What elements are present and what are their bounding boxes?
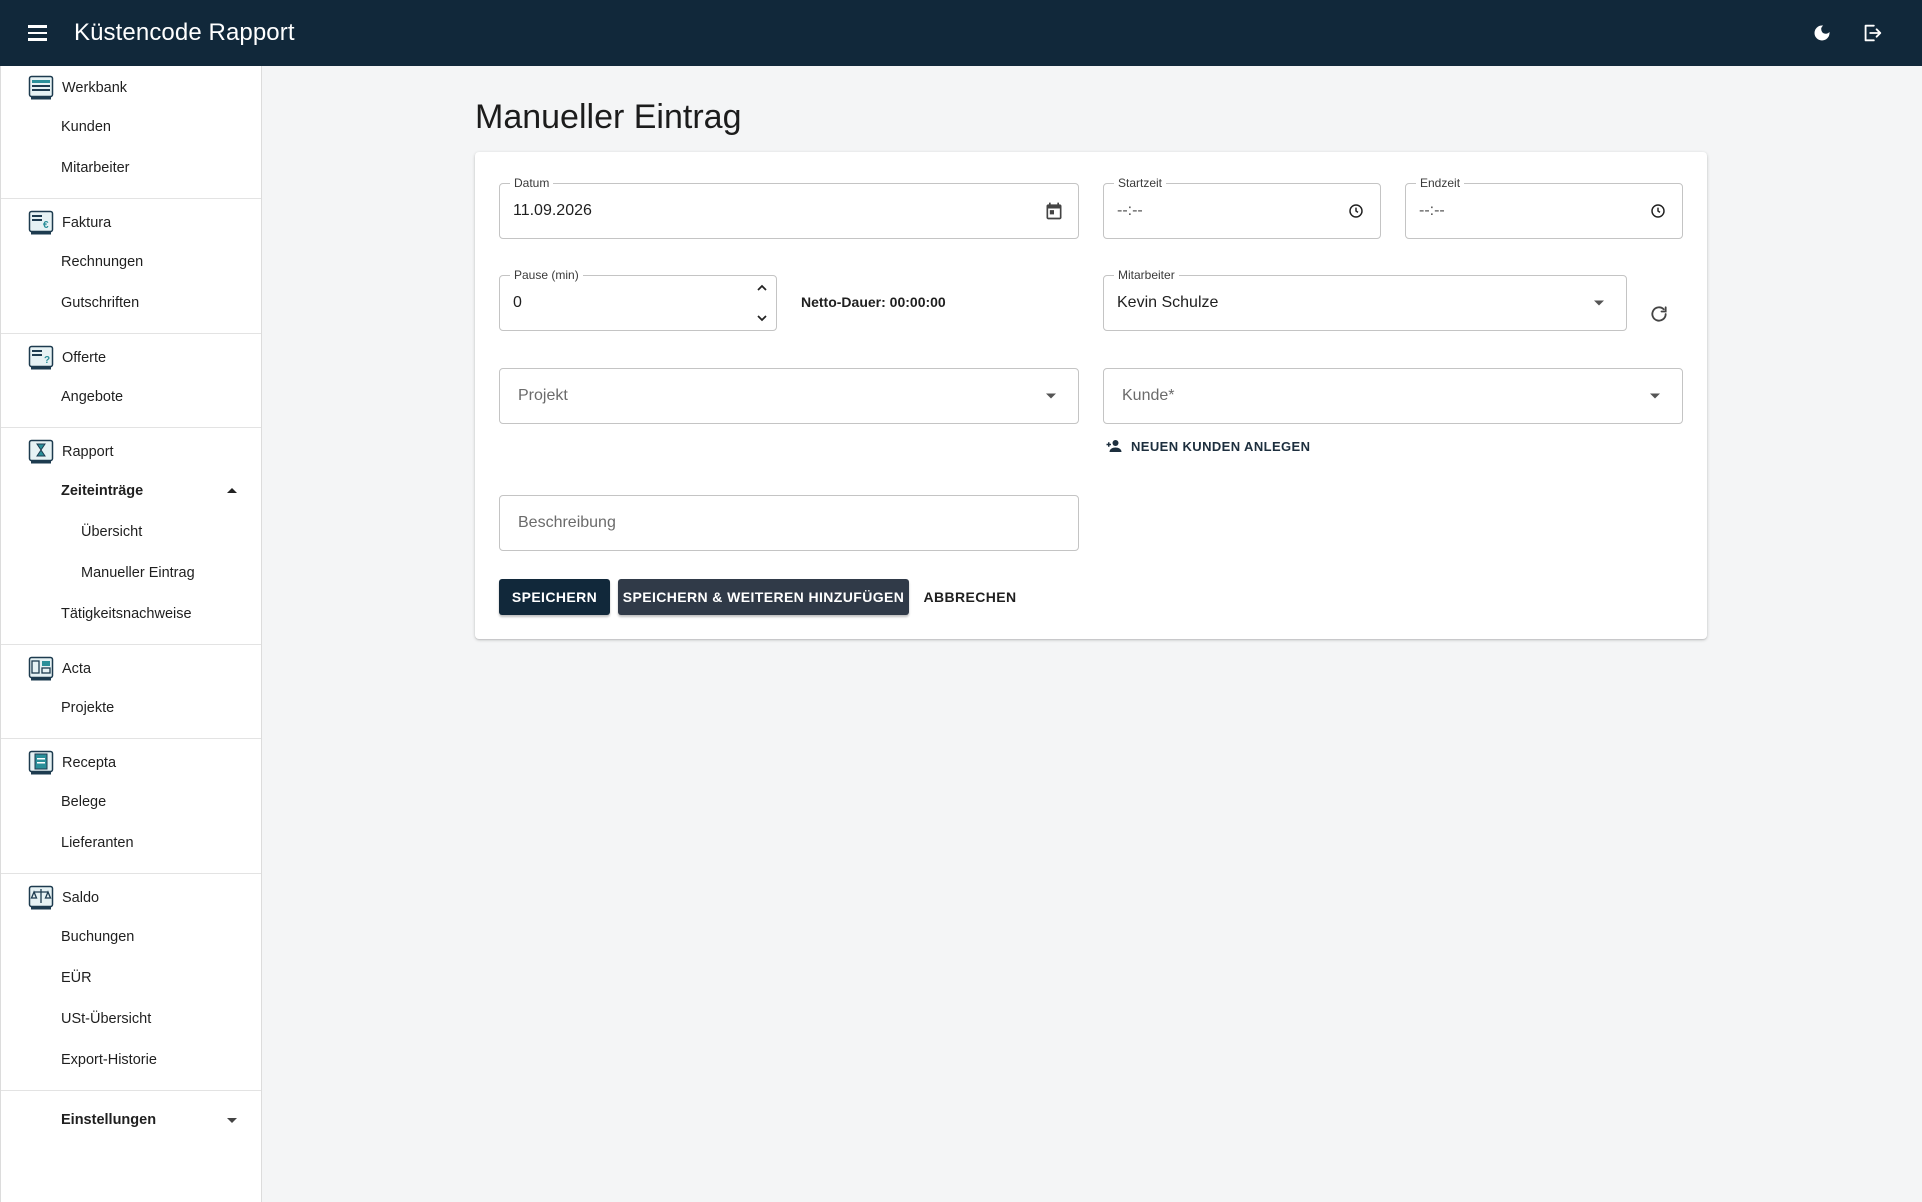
datum-value: 11.09.2026 [513, 202, 592, 219]
svg-text:?: ? [44, 355, 50, 366]
offer-icon: ? [28, 345, 54, 370]
save-button[interactable]: SPEICHERN [499, 579, 610, 615]
sidebar-module-label: Saldo [62, 890, 100, 906]
clock-icon[interactable] [1650, 203, 1666, 219]
sidebar-item-uebersicht[interactable]: Übersicht [1, 511, 261, 552]
sidebar-item-manueller-eintrag[interactable]: Manueller Eintrag [1, 552, 261, 593]
pause-stepper [752, 280, 772, 326]
sidebar-item-taetigkeitsnachweise[interactable]: Tätigkeitsnachweise [1, 593, 261, 634]
workbench-icon [28, 75, 54, 100]
dropdown-arrow-icon [1594, 300, 1604, 306]
save-and-add-button[interactable]: SPEICHERN & WEITEREN HINZUFÜGEN [618, 579, 909, 615]
add-customer-button[interactable]: NEUEN KUNDEN ANLEGEN [1105, 437, 1310, 455]
sidebar-module-label: Werkbank [62, 80, 128, 96]
hamburger-menu-icon[interactable] [24, 19, 52, 47]
datum-label: Datum [510, 175, 554, 191]
manual-entry-form: Datum 11.09.2026 Startzeit --:-- Endzeit… [475, 152, 1707, 639]
pause-field[interactable]: Pause (min) 0 [499, 267, 777, 331]
sidebar-item-zeiteintraege[interactable]: Zeiteinträge [1, 470, 261, 511]
app-title: Küstencode Rapport [74, 19, 295, 46]
sidebar-item-kunden[interactable]: Kunden [1, 106, 261, 147]
sidebar-module-label: Rapport [62, 444, 114, 460]
sidebar-module-rapport[interactable]: Rapport [1, 434, 261, 470]
kunde-select[interactable]: Kunde* [1103, 368, 1683, 424]
sidebar-item-label: Zeiteinträge [61, 482, 144, 499]
chevron-up-icon[interactable] [754, 280, 770, 296]
sidebar-item-einstellungen[interactable]: Einstellungen [1, 1091, 261, 1149]
page-title: Manueller Eintrag [475, 98, 742, 136]
moon-icon[interactable] [1808, 19, 1836, 47]
nav-group-faktura: € Faktura Rechnungen Gutschriften [1, 199, 261, 334]
startzeit-field[interactable]: Startzeit --:-- [1103, 175, 1381, 239]
nav-group-offerte: ? Offerte Angebote [1, 334, 261, 428]
endzeit-value: --:-- [1419, 202, 1445, 219]
cancel-button[interactable]: ABBRECHEN [917, 579, 1023, 615]
beschreibung-field[interactable]: Beschreibung [499, 495, 1079, 551]
logout-icon[interactable] [1858, 19, 1886, 47]
nav-group-acta: Acta Projekte [1, 645, 261, 739]
nav-group-werkbank: Werkbank Kunden Mitarbeiter [1, 66, 261, 199]
sidebar-item-ust-uebersicht[interactable]: USt-Übersicht [1, 998, 261, 1039]
endzeit-field[interactable]: Endzeit --:-- [1405, 175, 1683, 239]
sidebar-item-belege[interactable]: Belege [1, 781, 261, 822]
sidebar-module-label: Acta [62, 661, 92, 677]
sidebar-module-offerte[interactable]: ? Offerte [1, 340, 261, 376]
endzeit-label: Endzeit [1416, 175, 1465, 191]
sidebar-item-label: Einstellungen [61, 1112, 157, 1128]
dropdown-arrow-icon [1650, 393, 1660, 399]
add-customer-label: NEUEN KUNDEN ANLEGEN [1131, 438, 1311, 454]
hourglass-icon [28, 439, 54, 464]
sidebar-module-faktura[interactable]: € Faktura [1, 205, 261, 241]
sidebar-item-lieferanten[interactable]: Lieferanten [1, 822, 261, 863]
startzeit-value: --:-- [1117, 202, 1143, 219]
netto-dauer: Netto-Dauer: 00:00:00 [801, 294, 946, 310]
sidebar-module-label: Offerte [62, 350, 107, 366]
nav-group-rapport: Rapport Zeiteinträge Übersicht Manueller… [1, 428, 261, 645]
startzeit-label: Startzeit [1114, 175, 1167, 191]
sidebar-item-gutschriften[interactable]: Gutschriften [1, 282, 261, 323]
pause-value: 0 [513, 294, 522, 311]
sidebar-item-projekte[interactable]: Projekte [1, 687, 261, 728]
sidebar-module-acta[interactable]: Acta [1, 651, 261, 687]
pause-label: Pause (min) [510, 267, 583, 283]
sidebar-module-saldo[interactable]: Saldo [1, 880, 261, 916]
scale-icon [28, 885, 54, 910]
kunde-placeholder: Kunde* [1122, 387, 1175, 404]
svg-text:€: € [43, 220, 49, 231]
nav-group-saldo: Saldo Buchungen EÜR USt-Übersicht Export… [1, 874, 261, 1091]
mitarbeiter-value: Kevin Schulze [1117, 294, 1219, 311]
sidebar-module-label: Faktura [62, 215, 112, 231]
clock-icon[interactable] [1348, 203, 1364, 219]
mitarbeiter-label: Mitarbeiter [1114, 267, 1179, 283]
sidebar-item-buchungen[interactable]: Buchungen [1, 916, 261, 957]
sidebar-module-label: Recepta [62, 755, 117, 771]
person-add-icon [1106, 440, 1122, 452]
chevron-down-icon [227, 1117, 237, 1123]
acta-icon [28, 656, 54, 681]
datum-field[interactable]: Datum 11.09.2026 [499, 175, 1079, 239]
dropdown-arrow-icon [1046, 393, 1056, 399]
receipt-icon [28, 750, 54, 775]
invoice-icon: € [28, 210, 54, 235]
sidebar-item-export-historie[interactable]: Export-Historie [1, 1039, 261, 1080]
sidebar-module-werkbank[interactable]: Werkbank [1, 70, 261, 106]
sidebar-item-rechnungen[interactable]: Rechnungen [1, 241, 261, 282]
beschreibung-placeholder: Beschreibung [518, 514, 616, 531]
refresh-icon[interactable] [1645, 300, 1673, 328]
chevron-up-icon [227, 488, 237, 493]
sidebar-item-mitarbeiter[interactable]: Mitarbeiter [1, 147, 261, 188]
projekt-placeholder: Projekt [518, 387, 568, 404]
chevron-down-icon[interactable] [754, 310, 770, 326]
sidebar-module-recepta[interactable]: Recepta [1, 745, 261, 781]
app-bar: Küstencode Rapport [0, 0, 1922, 66]
calendar-icon[interactable] [1044, 201, 1064, 221]
mitarbeiter-select[interactable]: Mitarbeiter Kevin Schulze [1103, 267, 1627, 331]
sidebar: Werkbank Kunden Mitarbeiter € Faktura Re… [0, 66, 262, 1202]
sidebar-item-angebote[interactable]: Angebote [1, 376, 261, 417]
nav-group-recepta: Recepta Belege Lieferanten [1, 739, 261, 874]
sidebar-item-euer[interactable]: EÜR [1, 957, 261, 998]
projekt-select[interactable]: Projekt [499, 368, 1079, 424]
